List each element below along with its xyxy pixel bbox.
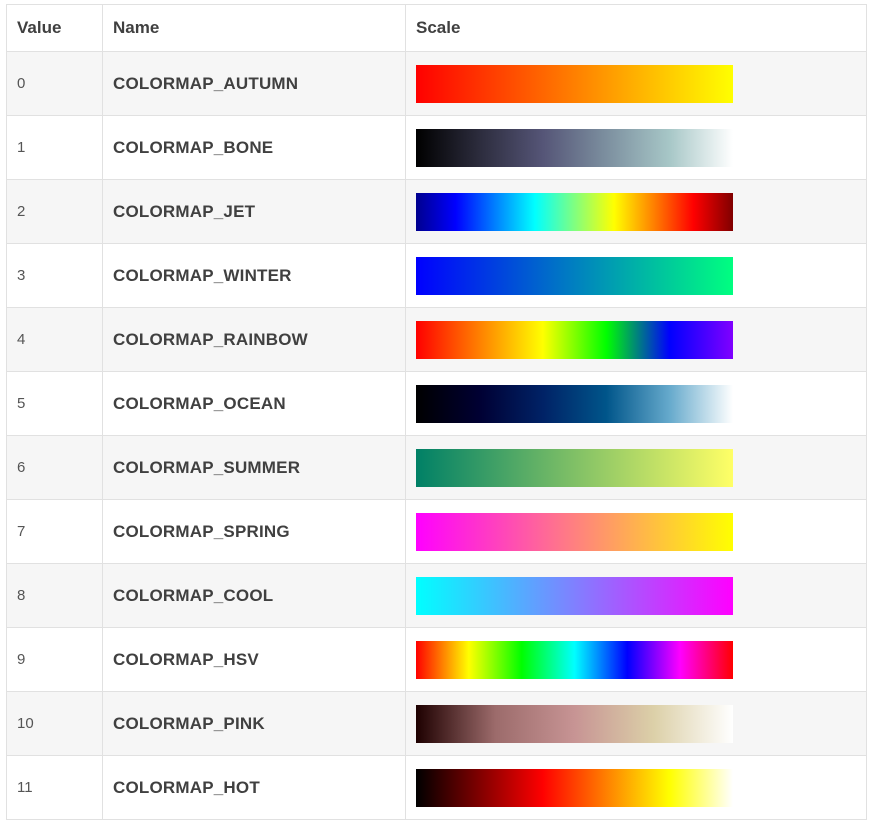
ocean-colormap-bar (416, 384, 733, 423)
colormap-name: COLORMAP_SUMMER (102, 435, 406, 500)
colormap-name: COLORMAP_RAINBOW (102, 307, 406, 372)
colormap-scale-cell (405, 499, 867, 564)
colormap-name: COLORMAP_AUTUMN (102, 51, 406, 116)
colormap-value: 1 (6, 115, 103, 180)
colormap-value: 4 (6, 307, 103, 372)
table-row: 0 COLORMAP_AUTUMN (6, 51, 867, 116)
bone-colormap-bar (416, 128, 733, 167)
table-row: 1 COLORMAP_BONE (6, 115, 867, 180)
colormap-scale-cell (405, 563, 867, 628)
cool-colormap-bar (416, 576, 733, 615)
winter-colormap-bar (416, 256, 733, 295)
table-row: 4 COLORMAP_RAINBOW (6, 307, 867, 372)
colormap-value: 11 (6, 755, 103, 820)
table-row: 10 COLORMAP_PINK (6, 691, 867, 756)
colormap-value: 3 (6, 243, 103, 308)
colormap-value: 6 (6, 435, 103, 500)
colormap-name: COLORMAP_PINK (102, 691, 406, 756)
colormap-name: COLORMAP_BONE (102, 115, 406, 180)
table-row: 6 COLORMAP_SUMMER (6, 435, 867, 500)
spring-colormap-bar (416, 512, 733, 551)
colormap-table: Value Name Scale 0 COLORMAP_AUTUMN 1 COLORM… (6, 4, 867, 820)
table-body: 0 COLORMAP_AUTUMN 1 COLORMAP_BONE 2 COLORMAP_… (6, 51, 867, 820)
colormap-value: 7 (6, 499, 103, 564)
colormap-name: COLORMAP_HOT (102, 755, 406, 820)
colormap-value: 8 (6, 563, 103, 628)
summer-colormap-bar (416, 448, 733, 487)
colormap-name: COLORMAP_SPRING (102, 499, 406, 564)
rainbow-colormap-bar (416, 320, 733, 359)
colormap-name: COLORMAP_WINTER (102, 243, 406, 308)
hot-colormap-bar (416, 768, 733, 807)
colormap-value: 0 (6, 51, 103, 116)
table-header: Value Name Scale (6, 4, 867, 52)
hsv-colormap-bar (416, 640, 733, 679)
colormap-scale-cell (405, 755, 867, 820)
colormap-name: COLORMAP_JET (102, 179, 406, 244)
colormap-name: COLORMAP_OCEAN (102, 371, 406, 436)
table-row: 2 COLORMAP_JET (6, 179, 867, 244)
scale-column-header: Scale (405, 4, 867, 52)
table-row: 5 COLORMAP_OCEAN (6, 371, 867, 436)
colormap-scale-cell (405, 691, 867, 756)
colormap-value: 9 (6, 627, 103, 692)
colormap-name: COLORMAP_HSV (102, 627, 406, 692)
colormap-table-container: Value Name Scale 0 COLORMAP_AUTUMN 1 COLORM… (6, 4, 867, 820)
colormap-value: 10 (6, 691, 103, 756)
colormap-value: 5 (6, 371, 103, 436)
pink-colormap-bar (416, 704, 733, 743)
table-row: 3 COLORMAP_WINTER (6, 243, 867, 308)
colormap-scale-cell (405, 243, 867, 308)
colormap-scale-cell (405, 179, 867, 244)
autumn-colormap-bar (416, 64, 733, 103)
jet-colormap-bar (416, 192, 733, 231)
colormap-name: COLORMAP_COOL (102, 563, 406, 628)
name-column-header: Name (102, 4, 406, 52)
table-row: 11 COLORMAP_HOT (6, 755, 867, 820)
colormap-scale-cell (405, 627, 867, 692)
table-row: 8 COLORMAP_COOL (6, 563, 867, 628)
value-column-header: Value (6, 4, 103, 52)
header-row: Value Name Scale (6, 4, 867, 52)
colormap-scale-cell (405, 115, 867, 180)
table-row: 9 COLORMAP_HSV (6, 627, 867, 692)
colormap-scale-cell (405, 435, 867, 500)
colormap-value: 2 (6, 179, 103, 244)
table-row: 7 COLORMAP_SPRING (6, 499, 867, 564)
colormap-scale-cell (405, 371, 867, 436)
colormap-scale-cell (405, 51, 867, 116)
colormap-scale-cell (405, 307, 867, 372)
